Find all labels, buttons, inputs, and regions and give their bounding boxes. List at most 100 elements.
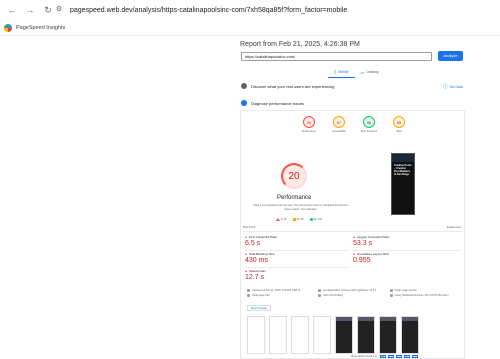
score-ring: 96 <box>363 116 375 128</box>
address-bar[interactable]: ⚙ pagespeed.web.dev/analysis/https-catal… <box>56 3 347 17</box>
diagnose-icon <box>241 100 247 106</box>
score-performance[interactable]: 20 Performance <box>301 116 317 133</box>
no-data-label: No Data <box>450 84 463 89</box>
legend-average: 50–89 <box>292 218 304 221</box>
filmstrip-frame <box>247 316 265 354</box>
diagnose-section: Diagnose performance issues <box>241 100 304 106</box>
psi-logo-icon <box>4 23 12 32</box>
legend-label: 0–49 <box>281 218 287 221</box>
calendar-icon <box>247 289 250 292</box>
users-icon <box>241 83 247 89</box>
score-label: Accessibility <box>332 130 346 133</box>
metric-value: 12.7 s <box>245 274 265 281</box>
metric-fcp: First Contentful Paint 6.5 s <box>245 235 277 247</box>
back-arrow-icon[interactable]: ← <box>6 4 18 16</box>
url-input[interactable]: https://catalinapoolsinc.com/ <box>241 52 432 61</box>
score-accessibility[interactable]: 87 Accessibility <box>331 116 347 133</box>
filter-chip-cls[interactable]: CLS <box>411 355 418 358</box>
metric-si: Speed Index 12.7 s <box>245 269 266 281</box>
timer-icon <box>247 294 250 297</box>
fail-icon <box>245 253 247 255</box>
performance-gauge: 20 <box>281 163 307 189</box>
filter-chip-all[interactable]: All <box>379 355 386 358</box>
info-item: Captured at Feb 21, 2025, 4:26 PM GMT+5 <box>247 289 314 292</box>
expand-view-toggle[interactable]: Expand view <box>447 226 461 229</box>
desktop-icon: ▭ <box>360 69 365 75</box>
site-info-icon[interactable]: ⚙ <box>56 6 64 14</box>
filmstrip <box>247 316 419 354</box>
filmstrip-frame <box>291 316 309 354</box>
info-icon: ⓘ <box>443 84 449 90</box>
diagnose-label: Diagnose performance issues <box>251 100 304 106</box>
discover-section[interactable]: Discover what your real users are experi… <box>241 83 334 89</box>
filter-chip-fcp[interactable]: FCP <box>387 355 394 358</box>
psi-header: PageSpeed Insights <box>0 20 500 36</box>
report-date: Report from Feb 21, 2025, 4:26:38 PM <box>240 41 360 48</box>
reload-icon[interactable]: ↻ <box>42 4 54 16</box>
metric-name: Cumulative Layout Shift <box>357 252 389 256</box>
score-ring: 20 <box>303 116 315 128</box>
metric-lcp: Largest Contentful Paint 53.3 s <box>353 235 389 247</box>
score-label: SEO <box>396 130 402 133</box>
audit-filter-label: Show audits relevant to: <box>351 355 378 358</box>
tab-mobile-label: Mobile <box>338 69 349 74</box>
divider <box>245 267 349 268</box>
no-data-indicator: ⓘ No Data <box>443 83 463 90</box>
network-icon <box>318 294 322 297</box>
filter-chip-tbt[interactable]: TBT <box>403 355 410 358</box>
score-best-practices[interactable]: 96 Best Practices <box>361 116 377 133</box>
score-gauges: 20 Performance 87 Accessibility 96 Best … <box>301 116 407 133</box>
metric-name: Speed Index <box>249 269 266 273</box>
divider <box>245 250 349 251</box>
info-item: Emulated Moto G Power with Lighthouse 12… <box>318 289 385 292</box>
tab-desktop[interactable]: ▭ Desktop <box>355 68 386 78</box>
score-label: Best Practices <box>361 130 377 133</box>
screenshot-header <box>392 154 414 162</box>
phone-icon: ▯ <box>334 69 337 74</box>
screenshot-text: Creative Pools – Creative Pool Builders … <box>394 164 412 176</box>
tab-desktop-label: Desktop <box>366 70 380 74</box>
device-tabs: ▯ Mobile ▭ Desktop <box>328 68 385 78</box>
score-seo[interactable]: 85 SEO <box>391 116 407 133</box>
performance-title: Performance <box>277 195 312 201</box>
info-item: Single page session <box>389 289 457 292</box>
forward-arrow-icon[interactable]: → <box>24 4 36 16</box>
filmstrip-frame <box>269 316 287 354</box>
circle-icon <box>309 218 313 221</box>
filmstrip-frame <box>313 316 331 354</box>
fail-icon <box>245 270 247 272</box>
metric-value: 53.3 s <box>353 240 373 247</box>
filmstrip-frame <box>401 316 419 354</box>
legend-fail: 0–49 <box>276 218 287 221</box>
fail-icon <box>245 236 247 238</box>
analyze-button[interactable]: Analyze <box>438 51 463 61</box>
triangle-icon <box>276 218 280 221</box>
divider <box>353 250 461 251</box>
score-legend: 0–49 50–89 90–100 <box>276 218 322 221</box>
info-item: Using HeadlessChromium 131.0.6778.264 wi… <box>389 294 457 297</box>
browser-icon <box>389 294 393 297</box>
report-panel: 20 Performance 87 Accessibility 96 Best … <box>240 110 465 359</box>
score-label: Performance <box>301 130 317 133</box>
tab-mobile[interactable]: ▯ Mobile <box>328 68 355 78</box>
filmstrip-frame <box>335 316 353 354</box>
app-title[interactable]: PageSpeed Insights <box>16 25 65 31</box>
score-ring: 87 <box>333 116 345 128</box>
metric-cls: Cumulative Layout Shift 0.955 <box>353 252 389 264</box>
fail-icon <box>353 236 355 238</box>
info-item: Slow 4G throttling <box>318 294 385 297</box>
run-info: Captured at Feb 21, 2025, 4:26 PM GMT+5 … <box>247 289 457 297</box>
score-ring: 85 <box>393 116 405 128</box>
performance-description: Values are estimated and may vary. The p… <box>253 204 349 211</box>
legend-label: 90–100 <box>313 218 322 221</box>
device-icon <box>318 289 322 292</box>
page-screenshot: Creative Pools – Creative Pool Builders … <box>391 153 415 215</box>
url-text: pagespeed.web.dev/analysis/https-catalin… <box>70 6 348 14</box>
session-icon <box>389 289 393 292</box>
view-treemap-button[interactable]: View Treemap <box>247 305 271 311</box>
audit-filter: Show audits relevant to: All FCP LCP TBT… <box>351 355 418 358</box>
metrics-heading: METRICS <box>243 226 256 229</box>
fail-icon <box>353 253 355 255</box>
metric-value: 430 ms <box>245 257 268 264</box>
filter-chip-lcp[interactable]: LCP <box>395 355 402 358</box>
